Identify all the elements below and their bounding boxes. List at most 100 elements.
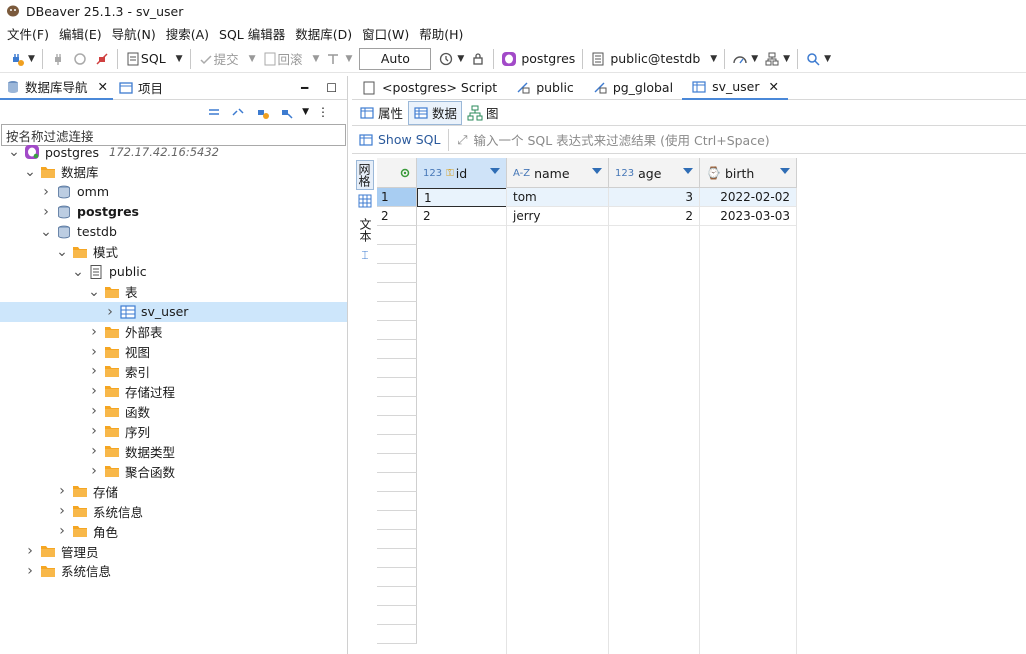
- grid-cell-name[interactable]: tom: [507, 188, 609, 207]
- tree-node[interactable]: ⌄ 数据库: [0, 162, 347, 182]
- show-sql-button[interactable]: Show SQL: [358, 128, 450, 151]
- tab-projects[interactable]: 项目: [113, 76, 168, 100]
- chevron-down-icon[interactable]: ⌄: [56, 245, 68, 259]
- transaction-mode-button[interactable]: ▼: [322, 47, 355, 71]
- active-schema-selector[interactable]: public@testdb ▼: [587, 47, 720, 71]
- tree-node[interactable]: › 函数: [0, 401, 347, 421]
- select-all-cell[interactable]: [377, 158, 417, 188]
- chevron-right-icon[interactable]: ›: [24, 564, 36, 578]
- text-view-icon[interactable]: ⌶: [356, 248, 374, 266]
- tree-node[interactable]: › 视图: [0, 342, 347, 362]
- chevron-down-icon[interactable]: ⌄: [88, 285, 100, 299]
- chevron-right-icon[interactable]: ›: [24, 544, 36, 558]
- sort-arrow-icon[interactable]: [592, 168, 602, 174]
- tab-sv-user[interactable]: sv_user ✕: [682, 75, 788, 100]
- tree-node[interactable]: › 聚合函数: [0, 461, 347, 481]
- tree-node[interactable]: ⌄ public: [0, 262, 347, 282]
- view-grid-tab[interactable]: 网格: [356, 160, 374, 190]
- reconnect-button[interactable]: [69, 47, 91, 71]
- tree-node[interactable]: ⌄ testdb: [0, 222, 347, 242]
- chevron-right-icon[interactable]: ›: [56, 484, 68, 498]
- rollback-button[interactable]: 回滚 ▼: [259, 47, 323, 71]
- column-header-age[interactable]: 123 age: [609, 158, 700, 188]
- row-number[interactable]: 1: [377, 188, 417, 207]
- menu-search[interactable]: 搜索(A): [161, 24, 214, 43]
- menu-file[interactable]: 文件(F): [2, 24, 54, 43]
- chevron-down-icon[interactable]: ⌄: [24, 165, 36, 179]
- chevron-right-icon[interactable]: ›: [88, 325, 100, 339]
- tab-postgres-script[interactable]: <postgres> Script: [352, 76, 506, 100]
- new-connection-icon[interactable]: [254, 104, 270, 120]
- chevron-right-icon[interactable]: ›: [56, 504, 68, 518]
- close-icon[interactable]: ✕: [98, 79, 108, 94]
- active-connection-selector[interactable]: postgres: [498, 47, 578, 71]
- tools-button[interactable]: ▼: [761, 47, 793, 71]
- tree-node[interactable]: › 管理员: [0, 541, 347, 561]
- tree-node[interactable]: › omm: [0, 182, 347, 202]
- tree-node[interactable]: › 系统信息: [0, 561, 347, 581]
- tab-pg-global[interactable]: pg_global: [583, 76, 682, 100]
- sort-arrow-icon[interactable]: [490, 168, 500, 174]
- tree-node[interactable]: ⌄ postgres 172.17.42.16:5432: [0, 142, 347, 162]
- tree-node[interactable]: › sv_user: [0, 301, 347, 322]
- link-with-editor-icon[interactable]: [230, 104, 246, 120]
- grid-cell-birth[interactable]: 2023-03-03: [700, 207, 797, 226]
- connect-button[interactable]: [47, 47, 69, 71]
- table-row[interactable]: 2 2 jerry 2 2023-03-03: [377, 207, 797, 226]
- commit-button[interactable]: 提交 ▼: [195, 47, 259, 71]
- commit-mode-field[interactable]: Auto: [359, 47, 432, 70]
- menu-sql-editor[interactable]: SQL 编辑器: [214, 24, 290, 43]
- chevron-down-icon[interactable]: ⌄: [8, 145, 20, 159]
- filter-connection-icon[interactable]: [278, 104, 294, 120]
- chevron-down-icon[interactable]: ⌄: [40, 225, 52, 239]
- collapse-all-icon[interactable]: [206, 104, 222, 120]
- more-options-icon[interactable]: ⋮: [317, 105, 329, 119]
- lock-button[interactable]: [467, 47, 489, 71]
- chevron-right-icon[interactable]: ›: [88, 404, 100, 418]
- menu-window[interactable]: 窗口(W): [357, 24, 414, 43]
- close-icon[interactable]: ✕: [769, 79, 779, 94]
- grid-cell-age[interactable]: 2: [609, 207, 700, 226]
- subtab-properties[interactable]: 属性: [354, 101, 408, 125]
- disconnect-button[interactable]: [91, 47, 113, 71]
- chevron-right-icon[interactable]: ›: [40, 185, 52, 199]
- column-header-name[interactable]: A-Z name: [507, 158, 609, 188]
- sort-arrow-icon[interactable]: [780, 168, 790, 174]
- chevron-down-icon[interactable]: ⌄: [72, 265, 84, 279]
- sort-arrow-icon[interactable]: [683, 168, 693, 174]
- search-button[interactable]: ▼: [802, 47, 834, 71]
- tree-node[interactable]: › postgres: [0, 202, 347, 222]
- tree-node[interactable]: › 索引: [0, 361, 347, 381]
- grid-cell-age[interactable]: 3: [609, 188, 700, 207]
- tab-public[interactable]: public: [506, 76, 583, 100]
- column-header-birth[interactable]: ⌚ birth: [700, 158, 797, 188]
- view-text-tab[interactable]: 文本: [356, 216, 374, 244]
- subtab-data[interactable]: 数据: [408, 100, 463, 125]
- row-number[interactable]: 2: [377, 207, 417, 226]
- chevron-right-icon[interactable]: ›: [56, 524, 68, 538]
- chevron-right-icon[interactable]: ›: [104, 305, 116, 319]
- minimize-icon[interactable]: ━: [301, 81, 308, 95]
- chevron-right-icon[interactable]: ›: [88, 345, 100, 359]
- tree-node[interactable]: ⌄ 模式: [0, 242, 347, 262]
- chevron-right-icon[interactable]: ›: [88, 384, 100, 398]
- tree-node[interactable]: ⌄ 表: [0, 282, 347, 302]
- tree-node[interactable]: › 存储过程: [0, 381, 347, 401]
- grid-cell-birth[interactable]: 2022-02-02: [700, 188, 797, 207]
- menu-database[interactable]: 数据库(D): [290, 24, 357, 43]
- history-button[interactable]: ▼: [435, 47, 467, 71]
- chevron-right-icon[interactable]: ›: [88, 364, 100, 378]
- sql-editor-button[interactable]: SQL ▼: [122, 47, 186, 71]
- menu-navigate[interactable]: 导航(N): [107, 24, 161, 43]
- tree-node[interactable]: › 数据类型: [0, 441, 347, 461]
- sql-filter-input[interactable]: ⤢ 输入一个 SQL 表达式来过滤结果 (使用 Ctrl+Space): [457, 130, 769, 149]
- tree-node[interactable]: › 外部表: [0, 322, 347, 342]
- maximize-icon[interactable]: ☐: [326, 81, 337, 95]
- chevron-right-icon[interactable]: ›: [88, 444, 100, 458]
- grid-cell-id[interactable]: 1: [417, 188, 507, 207]
- dashboard-button[interactable]: ▼: [729, 47, 761, 71]
- new-connection-button[interactable]: ▼: [6, 47, 38, 71]
- subtab-diagram[interactable]: 图: [462, 101, 504, 125]
- grid-icon[interactable]: [356, 194, 374, 212]
- chevron-right-icon[interactable]: ›: [40, 205, 52, 219]
